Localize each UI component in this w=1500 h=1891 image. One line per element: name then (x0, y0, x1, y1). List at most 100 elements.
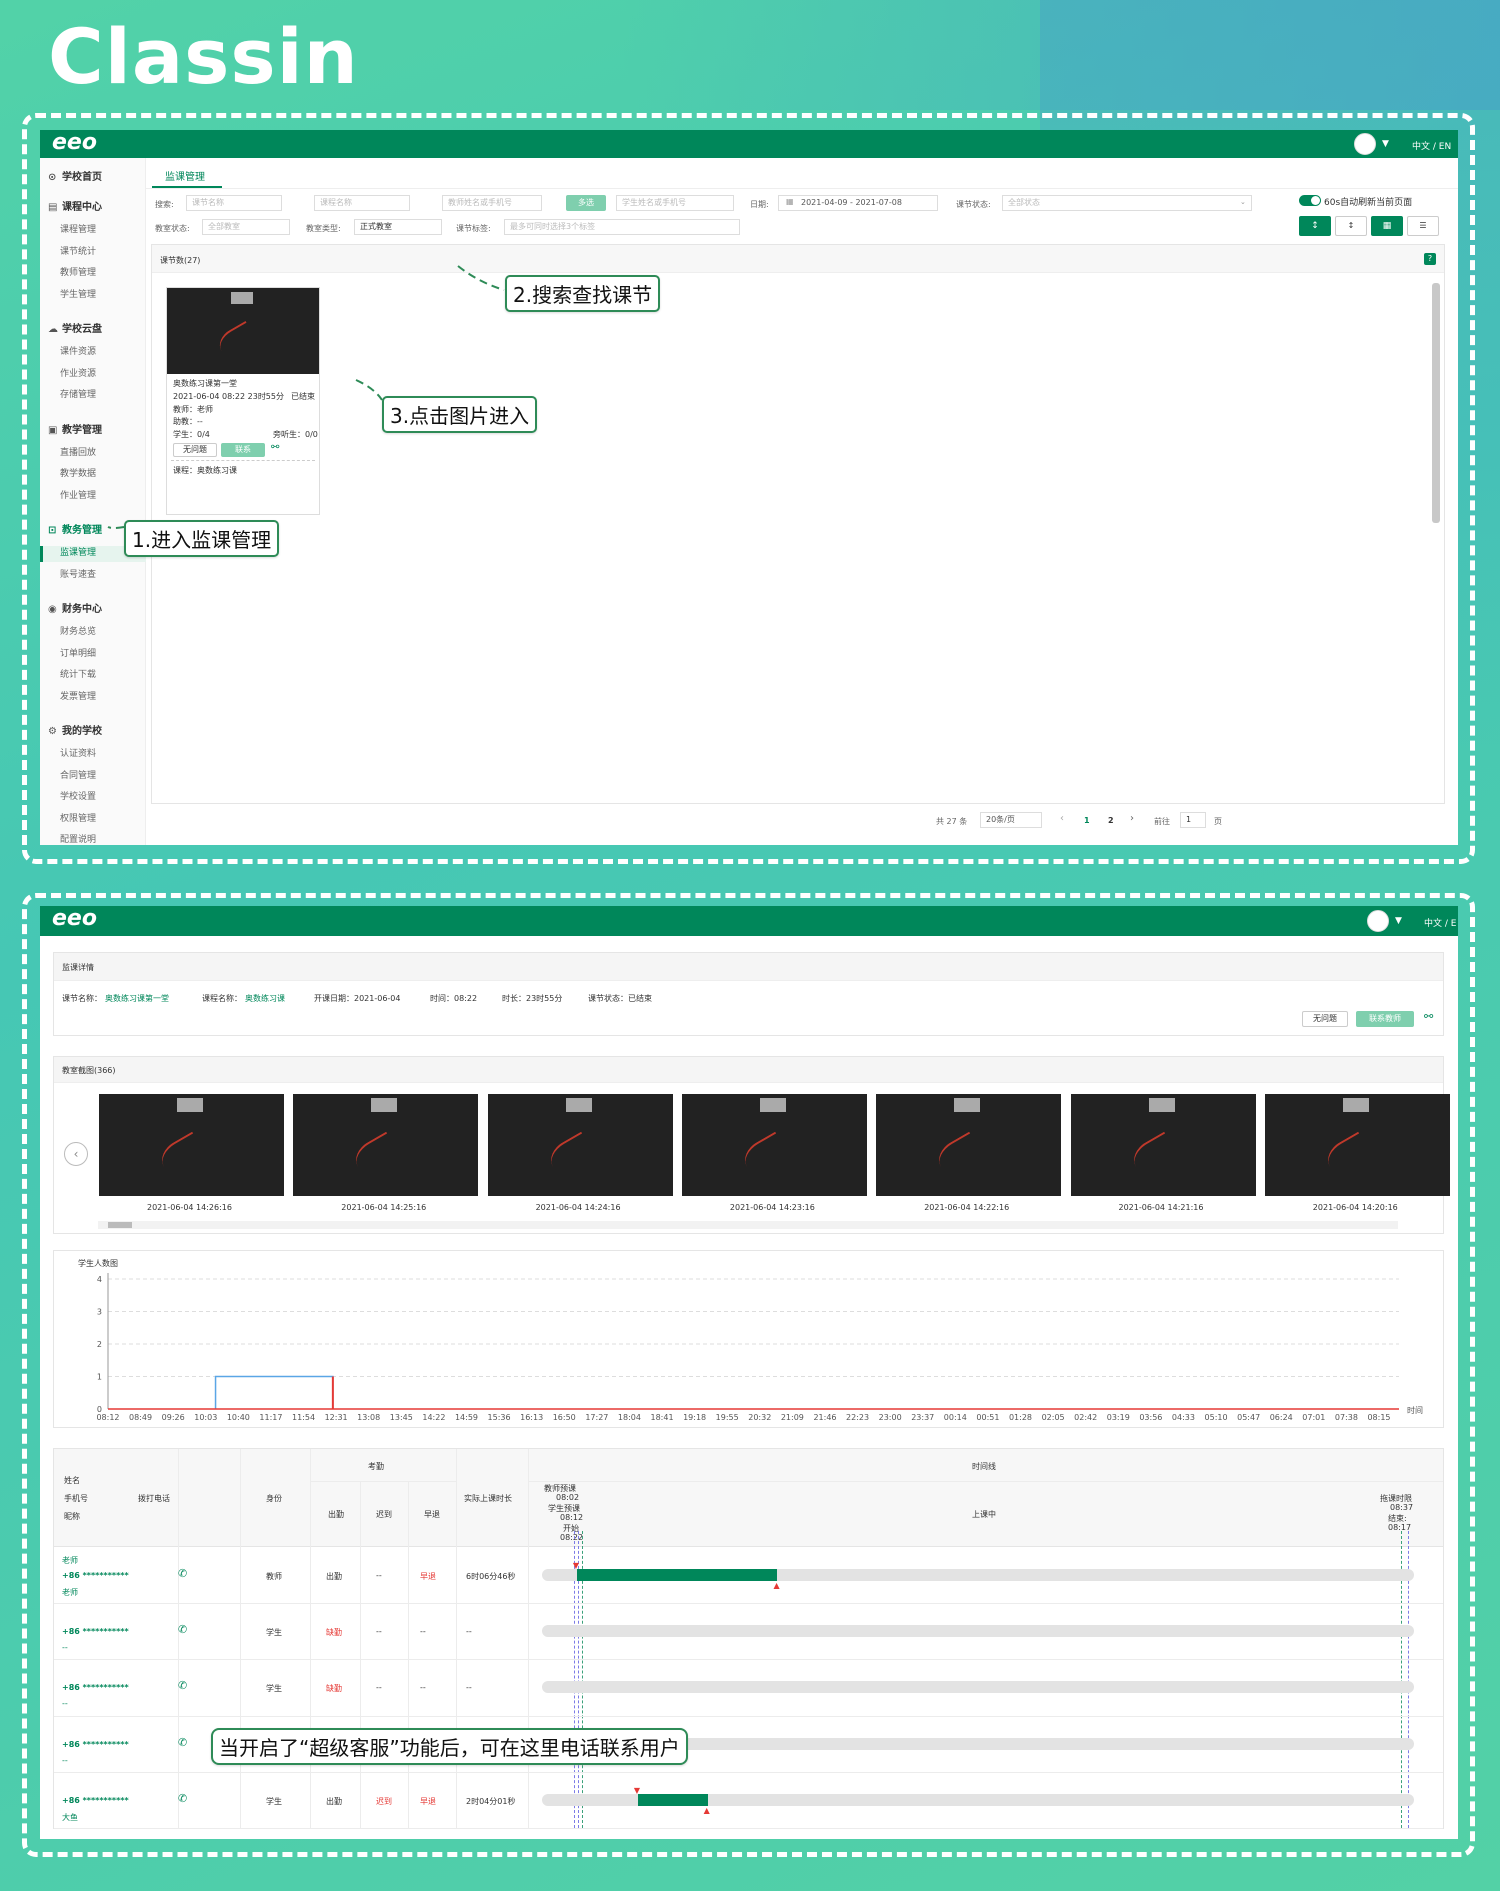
classroom-screenshot[interactable] (99, 1094, 284, 1196)
language-switch[interactable]: 中文 / E (1424, 916, 1456, 929)
course-name-link[interactable]: 奥数练习课 (245, 993, 285, 1004)
classroom-screenshot[interactable] (293, 1094, 479, 1196)
sidebar-item[interactable]: 统计下载 (60, 667, 96, 680)
lesson-name-input[interactable]: 课节名称 (186, 195, 282, 211)
scrollbar[interactable] (1432, 283, 1440, 523)
classroom-screenshot[interactable] (1264, 1094, 1450, 1196)
lesson-card[interactable]: 奥数练习课第一堂 2021-06-04 08:22 23时55分 已结束 教师：… (166, 287, 320, 515)
lesson-thumbnail[interactable] (167, 288, 319, 374)
sidebar-item[interactable]: 直播回放 (60, 445, 96, 458)
link-icon[interactable]: ⚯ (271, 442, 279, 453)
classroom-status-select[interactable]: 全部教室 (202, 219, 290, 235)
sidebar-item[interactable]: 合同管理 (60, 768, 96, 781)
classroom-screenshot[interactable] (876, 1094, 1062, 1196)
page-2[interactable]: 2 (1108, 816, 1114, 825)
sidebar-item[interactable]: 作业资源 (60, 366, 96, 379)
sort-asc-button[interactable]: ↕ (1299, 216, 1331, 236)
row-name[interactable]: 老师 (62, 1555, 78, 1566)
classroom-screenshot[interactable] (487, 1094, 673, 1196)
student-input[interactable]: 学生姓名或手机号 (616, 195, 734, 211)
sidebar-item[interactable]: 配置说明 (60, 832, 96, 845)
annotation-stroke (738, 1131, 792, 1181)
next-page-button[interactable]: › (1130, 813, 1134, 824)
sidebar-item[interactable]: 存储管理 (60, 387, 96, 400)
row-role: 学生 (266, 1796, 282, 1806)
sidebar-item[interactable]: 课节统计 (60, 244, 96, 257)
sort-desc-button[interactable]: ↕ (1335, 216, 1367, 236)
lesson-name-link[interactable]: 奥数练习课第一堂 (105, 993, 169, 1004)
page-1[interactable]: 1 (1084, 816, 1090, 825)
no-problem-button[interactable]: 无问题 (173, 443, 217, 457)
multi-select-button[interactable]: 多选 (566, 195, 606, 211)
chevron-down-icon[interactable]: ▼ (1395, 916, 1402, 926)
phone-icon[interactable]: ✆ (178, 1567, 187, 1580)
lesson-status-select[interactable]: 全部状态 (1002, 195, 1252, 211)
sidebar-item[interactable]: 教师管理 (60, 265, 96, 278)
page-size-select[interactable]: 20条/页 (980, 812, 1042, 828)
link-icon[interactable]: ⚯ (1424, 1010, 1433, 1023)
sidebar-item[interactable]: 作业管理 (60, 488, 96, 501)
goto-page-input[interactable]: 1 (1180, 812, 1206, 828)
sidebar-item[interactable]: 权限管理 (60, 811, 96, 824)
sidebar-group-6[interactable]: ⚙ 我的学校 (48, 722, 102, 737)
sidebar-item[interactable]: 认证资料 (60, 746, 96, 759)
row-phone[interactable]: +86 *********** (62, 1796, 129, 1805)
sidebar-item[interactable]: 账号速查 (60, 567, 96, 580)
help-icon[interactable]: ? (1424, 253, 1436, 265)
prev-page-button[interactable]: ‹ (1060, 813, 1064, 824)
sidebar-item[interactable]: 教学数据 (60, 466, 96, 479)
phone-icon[interactable]: ✆ (178, 1679, 187, 1692)
teaching-icon: ▣ (48, 424, 58, 436)
row-phone[interactable]: +86 *********** (62, 1683, 129, 1692)
phone-icon[interactable]: ✆ (178, 1736, 187, 1749)
language-switch[interactable]: 中文 / EN (1412, 139, 1451, 152)
tag-select[interactable]: 最多可同时选择3个标签 (504, 219, 740, 235)
contact-button[interactable]: 联系 (221, 443, 265, 457)
teacher-input[interactable]: 教师姓名或手机号 (442, 195, 542, 211)
sidebar-group-4[interactable]: ⊡ 教务管理 (48, 521, 102, 536)
phone-icon[interactable]: ✆ (178, 1623, 187, 1636)
timeline-bar[interactable] (542, 1681, 1414, 1694)
classroom-type-select[interactable]: 正式教室 (354, 219, 442, 235)
course-name-input[interactable]: 课程名称 (314, 195, 410, 211)
avatar[interactable] (1354, 133, 1376, 155)
contact-teacher-button[interactable]: 联系教师 (1356, 1011, 1414, 1027)
classroom-screenshot[interactable] (681, 1094, 867, 1196)
sidebar-item[interactable]: 发票管理 (60, 689, 96, 702)
screen-icon (954, 1098, 981, 1112)
row-phone[interactable]: +86 *********** (62, 1740, 129, 1749)
sidebar-item[interactable]: 订单明细 (60, 646, 96, 659)
auto-refresh-toggle[interactable] (1299, 195, 1321, 206)
tab-monitor[interactable]: 监课管理 (165, 168, 205, 183)
sidebar-item[interactable]: 课程管理 (60, 222, 96, 235)
screenshots-header (54, 1057, 1443, 1083)
end-marker-icon: ▲ (703, 1805, 710, 1815)
avatar[interactable] (1367, 910, 1389, 932)
sidebar-group-5[interactable]: ◉ 财务中心 (48, 600, 102, 615)
sidebar-group-3[interactable]: ▣ 教学管理 (48, 421, 102, 436)
no-problem-button[interactable]: 无问题 (1302, 1011, 1348, 1027)
row-phone[interactable]: +86 *********** (62, 1627, 129, 1636)
date-range-input[interactable]: 2021-04-09 - 2021-07-08 (778, 195, 938, 211)
sidebar-group-2[interactable]: ☁ 学校云盘 (48, 320, 102, 335)
grid-view-button[interactable]: ▦ (1371, 216, 1403, 236)
goto-label: 前往 (1154, 817, 1170, 826)
shots-scrollbar[interactable] (98, 1221, 1398, 1229)
sidebar-item[interactable]: 课件资源 (60, 344, 96, 357)
prev-shots-button[interactable]: ‹ (64, 1142, 88, 1166)
phone-icon[interactable]: ✆ (178, 1792, 187, 1805)
sidebar-item[interactable]: 学校设置 (60, 789, 96, 802)
sidebar-group-0[interactable]: ⊙ 学校首页 (48, 168, 102, 183)
shots-scroll-thumb[interactable] (108, 1222, 132, 1228)
sidebar-item[interactable]: 监课管理 (60, 545, 96, 558)
chevron-down-icon[interactable]: ▼ (1382, 139, 1389, 149)
h-phone: 手机号 (64, 1494, 88, 1503)
classroom-status-label: 教室状态: (155, 224, 190, 233)
classroom-screenshot[interactable] (1070, 1094, 1256, 1196)
sidebar-item[interactable]: 财务总览 (60, 624, 96, 637)
list-view-button[interactable]: ☰ (1407, 216, 1439, 236)
row-phone[interactable]: +86 *********** (62, 1571, 129, 1580)
sidebar-group-1[interactable]: ▤ 课程中心 (48, 198, 102, 213)
sidebar-item[interactable]: 学生管理 (60, 287, 96, 300)
timeline-bar[interactable] (542, 1625, 1414, 1638)
